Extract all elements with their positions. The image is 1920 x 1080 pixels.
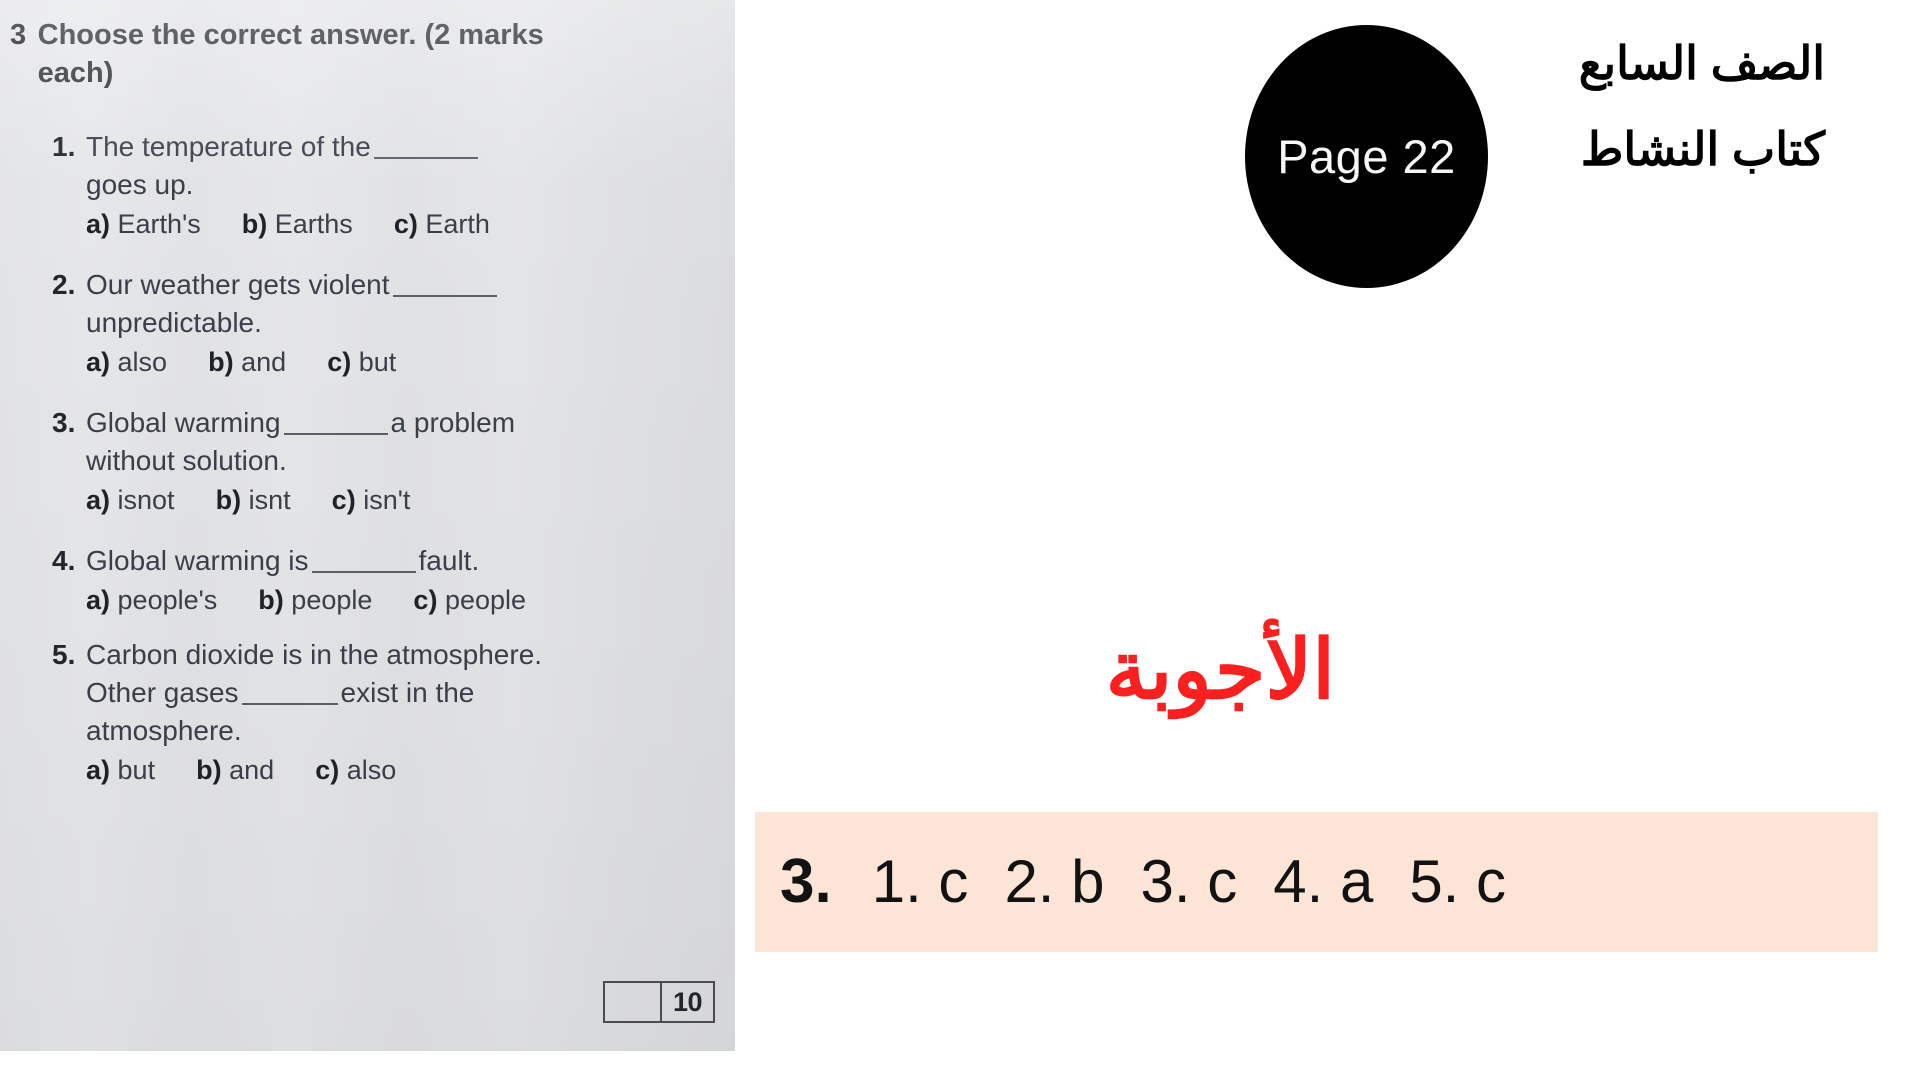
question-line: 1. The temperature of the — [52, 128, 735, 166]
option-letter: c) — [393, 209, 418, 239]
answer-item: 5. c — [1409, 848, 1507, 915]
question-options: a) Earth's b) Earths c) Earth — [52, 204, 735, 244]
question-number: 3. — [52, 407, 76, 438]
option-text[interactable]: people — [291, 585, 372, 615]
option-text[interactable]: Earth's — [118, 209, 201, 239]
answers-section-title: الأجوبة — [1105, 625, 1335, 716]
option-text[interactable]: but — [118, 755, 156, 785]
question-options: a) also b) and c) but — [52, 342, 735, 382]
option-letter: b) — [241, 209, 268, 239]
score-total-marks: 10 — [672, 986, 703, 1017]
option-text[interactable]: isnt — [249, 485, 291, 515]
option-text[interactable]: isnot — [118, 485, 175, 515]
question-line-continued: without solution. — [86, 445, 287, 476]
question-text: The temperature of the — [86, 131, 371, 162]
book-title-label: كتاب النشاط — [1580, 123, 1825, 175]
question-line: 4. Global warming is fault. — [52, 542, 735, 580]
question-text: Carbon dioxide is in the atmosphere. — [86, 639, 543, 670]
option-text[interactable]: but — [359, 347, 397, 377]
question-number: 4. — [52, 545, 76, 576]
answer-blank[interactable] — [283, 411, 388, 435]
answer-key-list: 1. c 2. b 3. c 4. a 5. c — [872, 852, 1878, 912]
question-line: 3. Global warming a problem — [52, 404, 735, 442]
slide-area: Page 22 الصف السابع كتاب النشاط الأجوبة … — [735, 0, 1920, 1080]
question-line: 2. Our weather gets violent — [52, 266, 735, 304]
question-item: 3. Global warming a problem without soluti… — [52, 404, 735, 520]
question-number: 5. — [52, 639, 76, 670]
option-text[interactable]: also — [118, 347, 168, 377]
answer-item: 4. a — [1273, 848, 1374, 915]
answer-item: 3. c — [1140, 848, 1238, 915]
worksheet-scan-panel: 3 Choose the correct answer. (2 marks ea… — [0, 0, 735, 1051]
answer-blank[interactable] — [392, 273, 497, 297]
question-text-tail: a problem — [390, 407, 516, 438]
option-text[interactable]: isn't — [363, 485, 410, 515]
page-number-badge: Page 22 — [1245, 25, 1488, 288]
grade-label: الصف السابع — [1578, 37, 1825, 89]
page-number-label: Page 22 — [1277, 130, 1456, 183]
question-item: 2. Our weather gets violent unpredictable… — [52, 266, 735, 382]
option-text[interactable]: people — [445, 585, 526, 615]
question-line: 5. Carbon dioxide is in the atmosphere. — [52, 636, 735, 674]
exercise-instruction: Choose the correct answer. (2 marks each… — [37, 19, 544, 89]
option-letter: c) — [315, 755, 340, 785]
option-letter: a) — [86, 755, 111, 785]
option-text[interactable]: and — [241, 347, 286, 377]
question-line-continued: Other gases exist in the — [52, 674, 735, 712]
exercise-number: 3 — [10, 19, 26, 51]
option-letter: b) — [208, 347, 234, 377]
answer-item: 2. b — [1004, 848, 1105, 915]
answer-blank[interactable] — [241, 681, 338, 705]
question-options: a) but b) and c) also — [52, 750, 735, 790]
question-options: a) people's b) people c) people — [52, 580, 735, 620]
option-letter: c) — [413, 585, 438, 615]
question-text: Other gases — [86, 677, 239, 708]
option-text[interactable]: Earths — [275, 209, 353, 239]
exercise-heading: 3 Choose the correct answer. (2 marks ea… — [10, 16, 620, 92]
question-line-continued: goes up. — [86, 169, 194, 200]
option-text[interactable]: Earth — [425, 209, 490, 239]
option-letter: a) — [86, 209, 111, 239]
question-number: 2. — [52, 269, 76, 300]
question-text: Global warming — [86, 407, 281, 438]
worksheet-content: 3 Choose the correct answer. (2 marks ea… — [0, 0, 735, 1051]
score-input-cell[interactable] — [605, 983, 662, 1021]
option-letter: a) — [86, 585, 111, 615]
score-box: 10 — [603, 981, 715, 1023]
option-text[interactable]: also — [347, 755, 397, 785]
option-letter: c) — [331, 485, 356, 515]
answer-blank[interactable] — [373, 135, 478, 159]
answer-blank[interactable] — [311, 549, 416, 573]
option-letter: a) — [86, 485, 111, 515]
option-letter: b) — [258, 585, 284, 615]
question-options: a) isnot b) isnt c) isn't — [52, 480, 735, 520]
question-item: 4. Global warming is fault. a) people's b)… — [52, 542, 735, 620]
question-text: Our weather gets violent — [86, 269, 390, 300]
question-number: 1. — [52, 131, 76, 162]
option-letter: a) — [86, 347, 111, 377]
question-item: 5. Carbon dioxide is in the atmosphere. O… — [52, 636, 735, 790]
question-text-tail: exist in the — [340, 677, 475, 708]
option-letter: b) — [215, 485, 242, 515]
question-text: Global warming is — [86, 545, 309, 576]
question-line-continued: unpredictable. — [86, 307, 262, 338]
question-item: 1. The temperature of the goes up. a) Ear… — [52, 128, 735, 244]
question-line-continued-2: atmosphere. — [86, 715, 242, 746]
book-header: الصف السابع كتاب النشاط — [1579, 20, 1825, 192]
answer-item: 1. c — [871, 848, 969, 915]
option-text[interactable]: people's — [118, 585, 218, 615]
answer-key-bar: 3. 1. c 2. b 3. c 4. a 5. c — [755, 812, 1878, 952]
option-letter: c) — [327, 347, 352, 377]
answer-exercise-label: 3. — [780, 847, 832, 916]
question-text-tail: fault. — [418, 545, 480, 576]
option-text[interactable]: and — [229, 755, 274, 785]
option-letter: b) — [196, 755, 222, 785]
